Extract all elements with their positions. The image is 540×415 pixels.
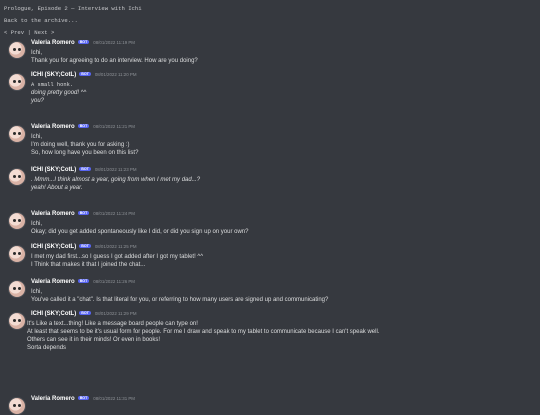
author-name[interactable]: ICHI (SKY;CotL): [31, 311, 76, 317]
message-line: Sorta depends: [27, 345, 67, 351]
message-header: Valeria Romero BOT 08/01/2022 11:21 PM: [31, 124, 135, 130]
author-name[interactable]: Valeria Romero: [31, 211, 75, 217]
message-line: . Mmm...I think almost a year, going fro…: [31, 177, 201, 183]
message-line: At least that seems to be it's usual for…: [27, 329, 380, 335]
avatar[interactable]: [8, 73, 26, 91]
message-body: Ichi, Thank you for agreeing to do an in…: [31, 49, 532, 65]
bot-badge: BOT: [79, 167, 91, 171]
pager-open: <: [4, 29, 11, 36]
message-header: ICHI (SKY;CotL) BOT 08/01/2022 11:23 PM: [31, 167, 136, 173]
avatar[interactable]: [8, 212, 26, 230]
author-name[interactable]: Valeria Romero: [31, 279, 75, 285]
pager: < Prev | Next >: [4, 29, 54, 36]
message-header: ICHI (SKY;CotL) BOT 08/01/2022 11:29 PM: [31, 311, 136, 317]
message-body: Ichi, I'm doing well, thank you for aski…: [31, 133, 532, 157]
message-line: I met my dad first...so I guess I got ad…: [31, 254, 204, 260]
timestamp: 08/01/2022 11:20 PM: [94, 72, 137, 77]
message-body: It's Like a text...thing! Like a message…: [27, 320, 532, 352]
avatar[interactable]: [8, 168, 26, 186]
bot-badge: BOT: [79, 244, 91, 248]
bot-badge: BOT: [79, 72, 91, 76]
message-line: Others can see it in their minds! Or eve…: [27, 337, 161, 343]
message-header: Valeria Romero BOT 08/01/2022 11:31 PM: [31, 396, 135, 402]
timestamp: 08/01/2022 11:29 PM: [94, 311, 137, 316]
message-line: You've called it a "chat". Is that liter…: [31, 297, 329, 303]
bot-badge: BOT: [77, 124, 90, 128]
message-body: Ichi, Okay; did you get added spontaneou…: [31, 220, 532, 236]
message-line: A small honk.: [31, 82, 74, 88]
author-name[interactable]: ICHI (SKY;CotL): [31, 72, 76, 78]
bot-badge: BOT: [77, 40, 90, 44]
avatar[interactable]: [8, 125, 26, 143]
message-line: you?: [31, 98, 45, 104]
bot-badge: BOT: [79, 311, 91, 315]
timestamp: 08/01/2022 11:21 PM: [93, 124, 135, 129]
prev-link[interactable]: Prev: [11, 29, 24, 36]
back-to-archive-link[interactable]: Back to the archive...: [4, 17, 78, 24]
avatar[interactable]: [8, 312, 26, 330]
message-line: Ichi,: [31, 289, 43, 295]
message-line: Ichi,: [31, 50, 43, 56]
timestamp: 08/01/2022 11:23 PM: [94, 167, 137, 172]
message-header: Valeria Romero BOT 08/01/2022 11:24 PM: [31, 211, 135, 217]
timestamp: 08/01/2022 11:25 PM: [94, 244, 137, 249]
message-line: It's Like a text...thing! Like a message…: [27, 321, 198, 327]
message-line: Ichi,: [31, 134, 43, 140]
author-name[interactable]: ICHI (SKY;CotL): [31, 167, 76, 173]
message-line: Thank you for agreeing to do an intervie…: [31, 58, 198, 64]
message-line: doing pretty good! ^^: [31, 90, 87, 96]
bot-badge: BOT: [77, 279, 90, 283]
pager-separator: |: [24, 29, 35, 36]
author-name[interactable]: Valeria Romero: [31, 40, 75, 46]
message-line: So, how long have you been on this list?: [31, 150, 139, 156]
message-header: ICHI (SKY;CotL) BOT 08/01/2022 11:25 PM: [31, 244, 136, 250]
message-line: I Think that makes it that I joined the …: [31, 262, 146, 268]
message-line: Ichi,: [31, 221, 43, 227]
author-name[interactable]: ICHI (SKY;CotL): [31, 244, 76, 250]
avatar[interactable]: [8, 280, 26, 298]
timestamp: 08/01/2022 11:19 PM: [93, 40, 135, 45]
message-header: Valeria Romero BOT 08/01/2022 11:19 PM: [31, 40, 135, 46]
bot-badge: BOT: [77, 396, 90, 400]
message-body: . Mmm...I think almost a year, going fro…: [31, 176, 532, 192]
next-link[interactable]: Next: [34, 29, 47, 36]
avatar[interactable]: [8, 397, 26, 415]
timestamp: 08/01/2022 11:24 PM: [93, 211, 135, 216]
timestamp: 08/01/2022 11:31 PM: [93, 396, 135, 401]
pager-close: >: [47, 29, 55, 36]
message-body: I met my dad first...so I guess I got ad…: [31, 253, 532, 269]
message-header: Valeria Romero BOT 08/01/2022 11:26 PM: [31, 279, 135, 285]
message-line: yeah! About a year.: [31, 185, 83, 191]
timestamp: 08/01/2022 11:26 PM: [93, 279, 135, 284]
message-line: I'm doing well, thank you for asking :): [31, 142, 130, 148]
avatar[interactable]: [8, 41, 26, 59]
bot-badge: BOT: [77, 211, 90, 215]
author-name[interactable]: Valeria Romero: [31, 396, 75, 402]
author-name[interactable]: Valeria Romero: [31, 124, 75, 130]
episode-title: Prologue, Episode 2 — Interview with Ich…: [4, 5, 142, 12]
avatar[interactable]: [8, 245, 26, 263]
message-header: ICHI (SKY;CotL) BOT 08/01/2022 11:20 PM: [31, 72, 136, 78]
message-body: Ichi, You've called it a "chat". Is that…: [31, 288, 532, 304]
message-line: Okay; did you get added spontaneously li…: [31, 229, 249, 235]
message-body: A small honk. doing pretty good! ^^ you?: [31, 81, 532, 105]
